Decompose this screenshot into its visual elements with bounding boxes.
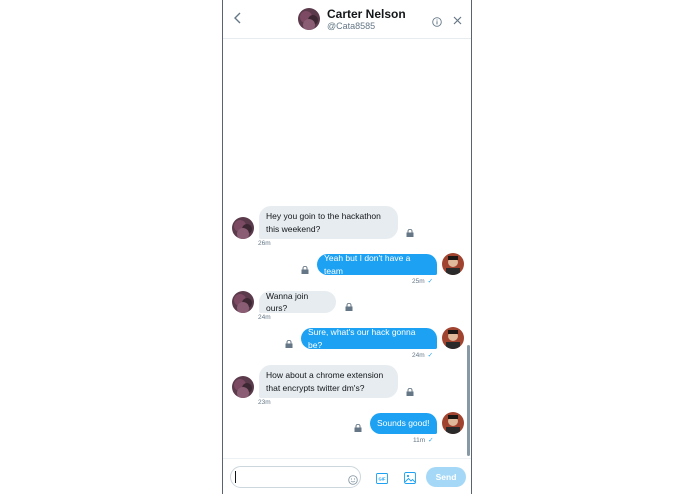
message-timestamp: 11m ✓ <box>413 437 434 444</box>
message-bubble[interactable]: Sounds good! <box>370 413 437 434</box>
info-icon[interactable] <box>432 14 442 27</box>
check-icon: ✓ <box>427 352 434 359</box>
gif-icon[interactable]: GIF <box>376 471 388 484</box>
user-message-avatar[interactable] <box>442 327 464 349</box>
message-text-line: this weekend? <box>266 223 321 234</box>
lock-icon <box>406 224 414 237</box>
check-icon: ✓ <box>427 278 434 285</box>
svg-text:GIF: GIF <box>379 476 386 481</box>
lock-icon <box>345 298 353 311</box>
emoji-icon[interactable] <box>348 472 358 485</box>
text-cursor <box>235 471 236 483</box>
message-composer: GIF Send <box>223 458 471 494</box>
close-icon[interactable] <box>452 13 463 25</box>
message-bubble[interactable]: Yeah but I don't have a team <box>317 253 437 276</box>
message-timestamp: 24m ✓ <box>412 352 434 359</box>
contact-name[interactable]: Carter Nelson <box>327 7 406 21</box>
message-bubble[interactable]: Hey you goin to the hackathon this weeke… <box>259 206 398 239</box>
message-timestamp: 26m <box>258 240 271 247</box>
contact-message-avatar[interactable] <box>232 376 254 398</box>
message-timestamp: 24m <box>258 314 271 321</box>
lock-icon <box>301 261 309 274</box>
message-text-line: Sure, what's our hack gonna be? <box>308 327 416 350</box>
message-bubble[interactable]: Sure, what's our hack gonna be? <box>301 327 437 350</box>
contact-handle: @Cata8585 <box>327 21 376 31</box>
lock-icon <box>285 335 293 348</box>
message-text-line: Hey you goin to the hackathon <box>266 211 381 221</box>
send-button[interactable]: Send <box>426 467 466 487</box>
user-message-avatar[interactable] <box>442 412 464 434</box>
message-input[interactable] <box>230 466 361 488</box>
image-icon[interactable] <box>404 471 416 484</box>
message-text-line: Sounds good! <box>377 418 430 429</box>
check-icon: ✓ <box>428 437 434 444</box>
message-bubble[interactable]: Wanna join ours? <box>259 291 336 313</box>
contact-avatar[interactable] <box>298 8 320 30</box>
contact-message-avatar[interactable] <box>232 217 254 239</box>
conversation-header: Carter Nelson @Cata8585 <box>223 0 471 39</box>
message-text-line: Yeah but I don't have a team <box>324 253 411 276</box>
lock-icon <box>406 383 414 396</box>
message-text-line: that encrypts twitter dm's? <box>266 382 365 393</box>
message-text-line: Wanna join ours? <box>266 290 309 314</box>
message-text-line: How about a chrome extension <box>266 370 384 380</box>
user-message-avatar[interactable] <box>442 253 464 275</box>
lock-icon <box>354 419 362 432</box>
dm-window: Carter Nelson @Cata8585 Hey you goin to … <box>222 0 472 494</box>
chevron-left-icon[interactable] <box>231 10 245 26</box>
message-timestamp: 25m ✓ <box>412 278 434 285</box>
conversation-scrollbar[interactable] <box>467 345 470 456</box>
message-bubble[interactable]: How about a chrome extension that encryp… <box>259 365 398 398</box>
message-list[interactable]: Hey you goin to the hackathon this weeke… <box>223 40 471 458</box>
message-timestamp: 23m <box>258 399 271 406</box>
contact-message-avatar[interactable] <box>232 291 254 313</box>
